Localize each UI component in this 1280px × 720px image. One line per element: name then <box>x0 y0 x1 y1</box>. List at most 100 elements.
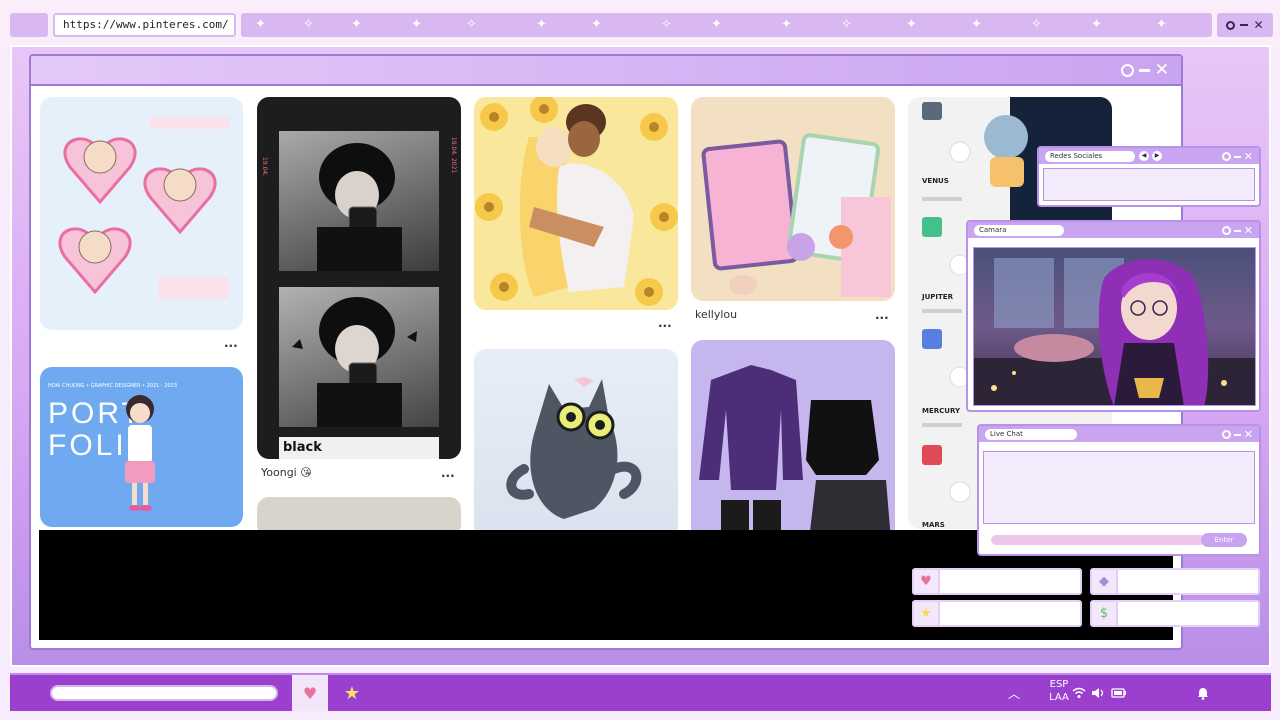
volume-icon-svg <box>1092 688 1104 698</box>
widget-controls: ✕ <box>1221 225 1253 236</box>
sparkle-icon: ✦ <box>411 17 422 32</box>
chibi-hearts-image <box>58 117 230 299</box>
widget-body <box>1043 168 1255 201</box>
maximize-icon[interactable] <box>1120 64 1134 77</box>
black-cat-art <box>506 377 642 519</box>
planet-label: MERCURY <box>922 407 961 415</box>
sparkle-icon: ✦ <box>591 17 602 32</box>
slot-heart[interactable]: ♥ <box>912 568 1082 595</box>
slot-star[interactable]: ★ <box>912 600 1082 627</box>
poster-figures <box>292 143 417 427</box>
pin-portfolio[interactable]: HOAI CHUONG • GRAPHIC DESIGNER • 2021 - … <box>40 367 243 527</box>
window-controls: ✕ <box>1217 13 1273 37</box>
maximize-icon[interactable] <box>1221 152 1231 161</box>
top-bar: https://www.pinteres.com/ ✦ ✧ ✦ ✦ ✧ ✦ ✦ … <box>0 0 1280 48</box>
poster-date-left: 19.04. <box>261 157 268 177</box>
pin-label[interactable]: Yoongi 😘 <box>261 466 312 479</box>
pin-more-button[interactable]: ... <box>441 466 455 480</box>
pin-paper[interactable] <box>257 497 461 530</box>
widget-redes-sociales: Redes Sociales ◀ ▶ ✕ <box>1037 146 1261 207</box>
poster-date-right: 19.04. 2021 <box>450 137 457 174</box>
pin-more-button[interactable]: ... <box>658 316 672 330</box>
taskbar: ♥ ★ ︿ ESP LAA <box>10 673 1271 711</box>
maximize-icon[interactable] <box>1221 430 1231 439</box>
sparkle-icon: ✦ <box>711 17 722 32</box>
portfolio-illustration <box>125 395 155 511</box>
sparkle-icon: ✦ <box>1156 17 1167 32</box>
minimize-icon[interactable] <box>1233 229 1241 232</box>
chat-messages <box>983 451 1255 524</box>
slot-dollar[interactable]: $ <box>1090 600 1260 627</box>
chat-input[interactable] <box>991 535 1205 545</box>
close-icon[interactable]: ✕ <box>1244 151 1253 162</box>
volume-icon[interactable] <box>1091 675 1105 711</box>
pin-stationery[interactable] <box>691 97 895 301</box>
sparkle-strip: ✦ ✧ ✦ ✦ ✧ ✦ ✦ ✧ ✦ ✦ ✧ ✦ ✦ ✧ ✦ ✦ <box>241 13 1212 37</box>
minimize-icon[interactable] <box>1233 433 1241 436</box>
battery-icon-svg <box>1111 688 1126 698</box>
chat-enter-button[interactable]: Enter <box>1201 533 1247 547</box>
diamond-icon: ◆ <box>1092 570 1118 593</box>
sparkle-icon: ✧ <box>661 17 672 32</box>
outfit-art <box>699 365 891 530</box>
pin-purple-outfit[interactable] <box>691 340 895 530</box>
maximize-icon[interactable] <box>1226 20 1236 30</box>
minimize-icon[interactable] <box>1138 69 1150 72</box>
close-icon[interactable]: ✕ <box>1244 225 1253 236</box>
back-tab[interactable] <box>10 13 48 37</box>
close-icon[interactable]: ✕ <box>1244 429 1253 440</box>
widget-header[interactable]: Camara ✕ <box>968 222 1259 238</box>
planet-label: JUPITER <box>922 293 953 301</box>
minimize-icon[interactable] <box>1233 155 1241 158</box>
poster-tag: black <box>279 437 439 459</box>
pin-more-button[interactable]: ... <box>875 308 889 322</box>
pin-yoongi-poster[interactable]: 19.04. 19.04. 2021 black <box>257 97 461 459</box>
pin-chibi-hearts[interactable] <box>40 97 243 330</box>
next-icon[interactable]: ▶ <box>1152 151 1162 161</box>
sparkle-icon: ✦ <box>971 17 982 32</box>
sparkle-icon: ✦ <box>781 17 792 32</box>
close-icon[interactable]: ✕ <box>1253 19 1263 31</box>
address-bar[interactable]: https://www.pinteres.com/ <box>53 13 236 37</box>
sparkle-icon: ✧ <box>841 17 852 32</box>
widget-header[interactable]: Redes Sociales ◀ ▶ ✕ <box>1039 148 1259 164</box>
bell-icon-svg <box>1198 687 1208 700</box>
sparkle-icon: ✦ <box>536 17 547 32</box>
pin-black-cat[interactable] <box>474 349 678 530</box>
taskbar-search[interactable] <box>50 685 278 701</box>
heart-icon[interactable]: ♥ <box>292 675 328 711</box>
widget-title: Live Chat <box>985 429 1077 440</box>
sparkle-icon: ✦ <box>255 17 266 32</box>
maximize-icon[interactable] <box>1221 226 1231 235</box>
battery-icon[interactable] <box>1111 675 1127 711</box>
sparkle-icon: ✧ <box>1031 17 1042 32</box>
chevron-up-icon[interactable]: ︿ <box>1008 675 1020 711</box>
window-controls: ✕ <box>1120 62 1169 79</box>
minimize-icon[interactable] <box>1240 24 1249 26</box>
camera-feed <box>973 247 1256 406</box>
pin-sunflower-couple[interactable] <box>474 97 678 310</box>
slot-diamond[interactable]: ◆ <box>1090 568 1260 595</box>
prev-icon[interactable]: ◀ <box>1139 151 1149 161</box>
planet-label: MARS <box>922 521 945 529</box>
vtuber-avatar <box>974 258 1255 405</box>
stationery-art <box>701 133 891 297</box>
widget-header[interactable]: Live Chat ✕ <box>979 426 1259 442</box>
wifi-icon[interactable] <box>1072 675 1086 711</box>
widget-live-chat: Live Chat ✕ Enter <box>977 424 1261 556</box>
pin-label[interactable]: kellylou <box>695 308 737 321</box>
widget-controls: ✕ <box>1221 429 1253 440</box>
widget-controls: ✕ <box>1221 151 1253 162</box>
planet-label: VENUS <box>922 177 949 185</box>
sparkle-icon: ✦ <box>906 17 917 32</box>
widget-title: Redes Sociales <box>1045 151 1135 162</box>
pin-more-button[interactable]: ... <box>224 336 238 350</box>
widget-camara: Camara ✕ <box>966 220 1261 412</box>
star-icon[interactable]: ★ <box>334 675 370 711</box>
sparkle-icon: ✧ <box>466 17 477 32</box>
widget-title: Camara <box>974 225 1064 236</box>
notification-bell-icon[interactable] <box>1197 675 1209 711</box>
heart-icon: ♥ <box>914 570 940 593</box>
close-icon[interactable]: ✕ <box>1155 62 1169 79</box>
window-titlebar[interactable]: ✕ <box>31 56 1181 86</box>
